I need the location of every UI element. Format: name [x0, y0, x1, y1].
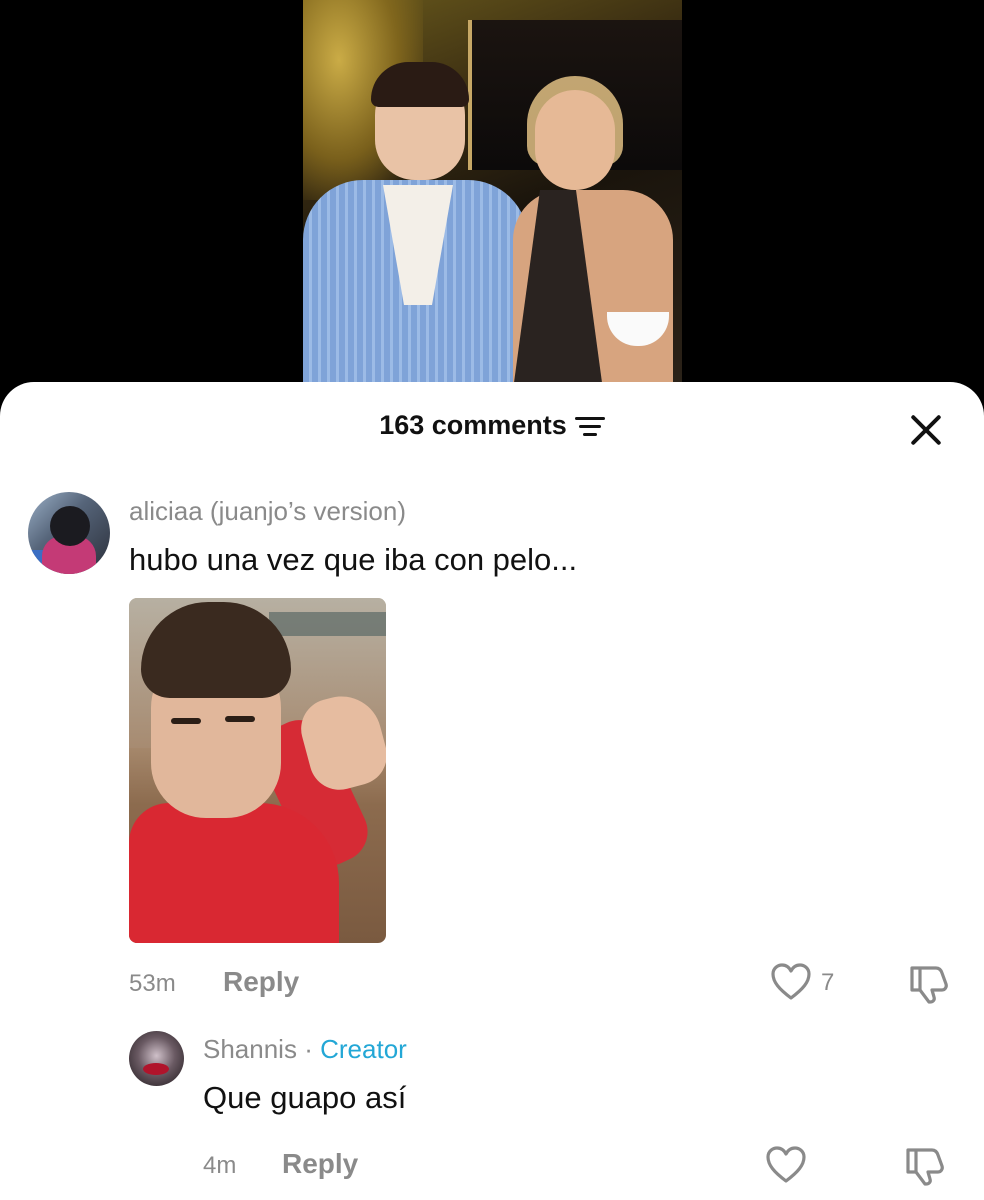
avatar[interactable]	[28, 492, 110, 574]
avatar[interactable]	[129, 1031, 184, 1086]
comments-sheet: 163 comments aliciaa (juanjo’s version) …	[0, 382, 984, 1200]
video-player[interactable]	[0, 0, 984, 400]
comments-count-label: 163 comments	[379, 410, 567, 440]
heart-outline-icon[interactable]	[766, 1146, 806, 1184]
thumbs-down-outline-icon[interactable]	[904, 1146, 946, 1186]
comment-text: Que guapo así	[203, 1080, 407, 1115]
separator-dot: ·	[304, 1034, 313, 1064]
comment-text: hubo una vez que iba con pelo...	[129, 542, 578, 577]
comment-username[interactable]: aliciaa (juanjo’s version)	[129, 496, 406, 527]
video-frame	[303, 0, 682, 383]
comments-count-title[interactable]: 163 comments	[379, 410, 605, 441]
comment-username-row: Shannis · Creator	[203, 1034, 407, 1065]
comment-attached-image[interactable]	[129, 598, 386, 943]
heart-outline-icon[interactable]	[771, 963, 811, 1001]
comments-header: 163 comments	[0, 410, 984, 450]
reply-button[interactable]: Reply	[223, 966, 299, 998]
thumbs-down-outline-icon[interactable]	[908, 964, 950, 1004]
reply-button[interactable]: Reply	[282, 1148, 358, 1180]
like-count: 7	[821, 969, 835, 996]
comment-timestamp: 4m	[203, 1152, 237, 1179]
comment-username[interactable]: Shannis	[203, 1034, 297, 1064]
creator-badge: Creator	[320, 1034, 407, 1064]
comment-timestamp: 53m	[129, 970, 176, 997]
video-person-right-head	[535, 90, 615, 190]
video-person-left-hair	[371, 62, 469, 107]
close-x-icon[interactable]	[908, 412, 944, 448]
sort-lines-icon[interactable]	[574, 414, 605, 438]
